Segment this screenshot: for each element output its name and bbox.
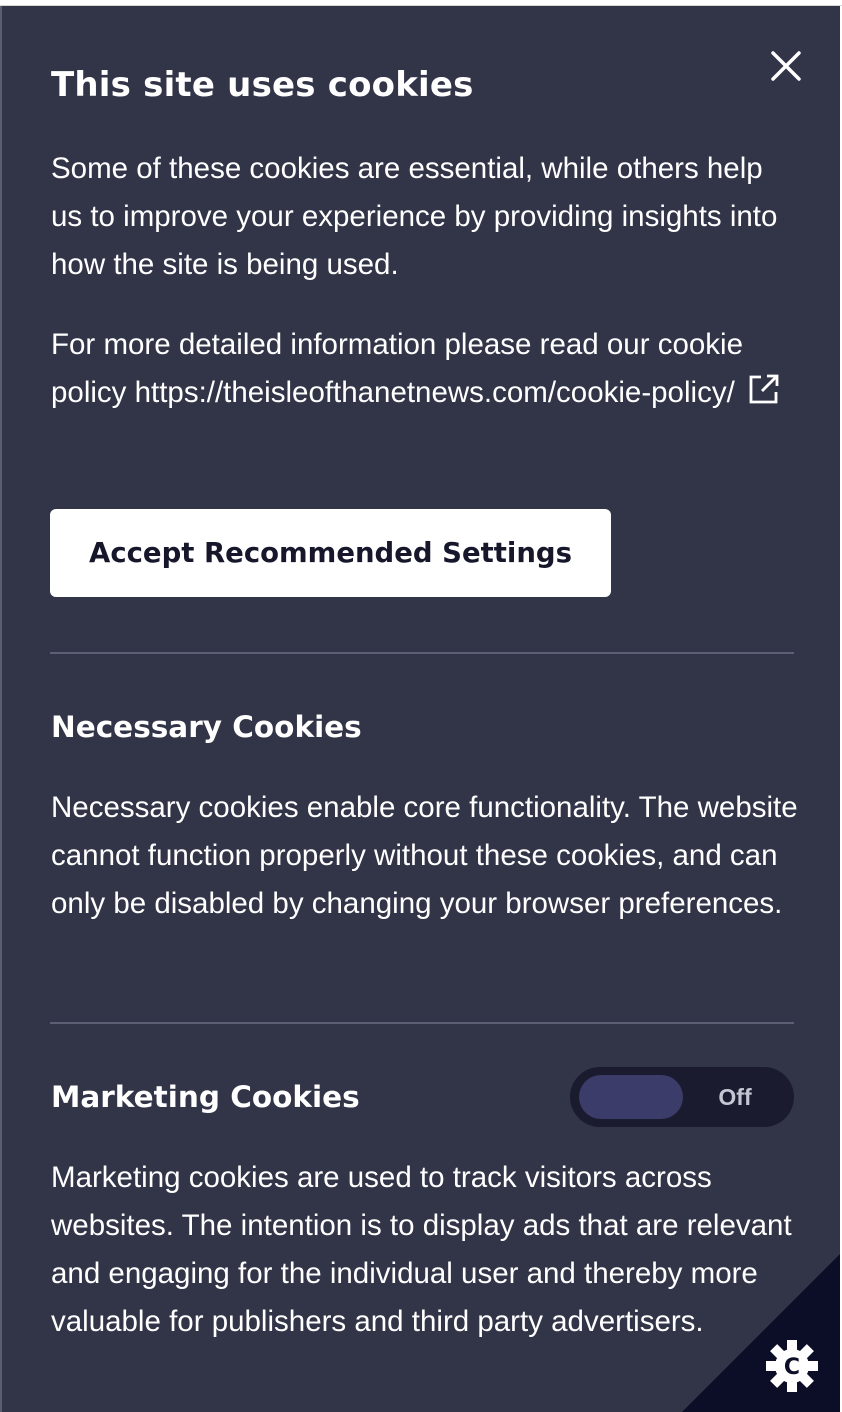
more-info-text: For more detailed information please rea… (51, 321, 791, 421)
intro-text: Some of these cookies are essential, whi… (51, 152, 778, 281)
cookie-policy-link-text: https://theisleofthanetnews.com/cookie-p… (134, 376, 735, 409)
close-icon (771, 51, 801, 81)
marketing-cookies-toggle[interactable]: Off (570, 1067, 794, 1127)
cookie-gear-icon: C (766, 1340, 818, 1392)
section-divider (50, 1022, 794, 1024)
necessary-cookies-description: Necessary cookies enable core functional… (51, 791, 798, 920)
close-button[interactable] (764, 44, 808, 88)
accept-recommended-settings-button[interactable]: Accept Recommended Settings (50, 509, 611, 597)
badge-letter: C (784, 1355, 800, 1380)
cookie-consent-panel: This site uses cookies Some of these coo… (2, 6, 840, 1412)
external-link-icon (747, 372, 781, 421)
marketing-cookies-heading: Marketing Cookies (51, 1080, 360, 1114)
necessary-cookies-heading: Necessary Cookies (51, 710, 362, 744)
dialog-title: This site uses cookies (51, 65, 474, 105)
cookie-settings-badge[interactable]: C (682, 1252, 840, 1412)
toggle-state-label: Off (718, 1083, 752, 1110)
toggle-knob (579, 1075, 683, 1119)
section-divider (50, 652, 794, 654)
cookie-policy-link[interactable]: https://theisleofthanetnews.com/cookie-p… (134, 374, 781, 409)
